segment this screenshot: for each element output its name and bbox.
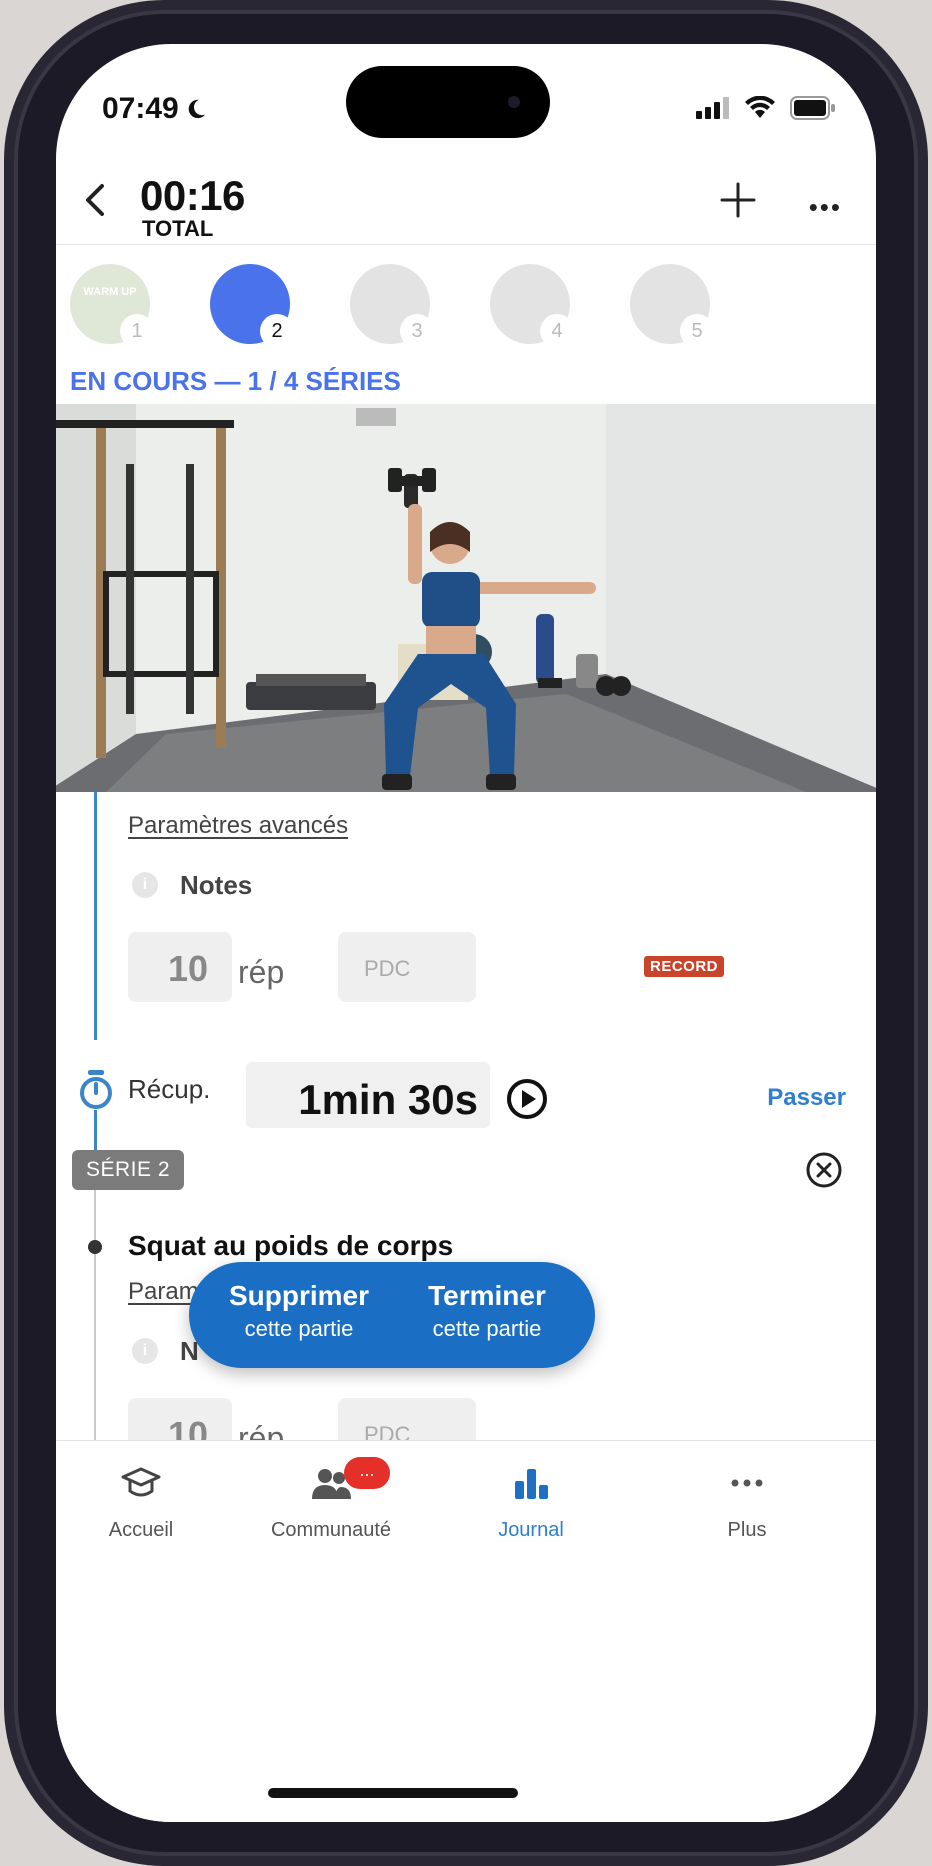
step-number: 2 [260,314,294,348]
reps-value: 10 [168,948,209,989]
exercise-video-illustration [56,404,876,792]
step-number: 1 [120,314,154,348]
progress-status: EN COURS — 1 / 4 SÉRIES [70,366,401,396]
action-pill: Supprimer cette partie Terminer cette pa… [189,1262,595,1368]
total-timer: 00:16 [140,172,245,219]
advanced-settings-link-set1[interactable]: Paramètres avancés [128,812,348,840]
weight-placeholder: PDC [364,956,411,981]
more-dots-icon [731,1479,763,1487]
info-icon[interactable]: i [132,1338,158,1364]
more-options-icon[interactable]: ••• [809,192,842,223]
tab-label: Plus [727,1519,767,1541]
step-number: 3 [400,314,434,348]
tab-journal[interactable]: Journal [446,1461,616,1542]
stopwatch-icon [80,1070,112,1109]
exercise-name[interactable]: Squat au poids de corps [128,1230,453,1262]
moon-icon [188,99,205,119]
timeline-bullet [88,1240,102,1254]
record-badge: RECORD [644,956,725,977]
timeline-line-gray [94,1190,96,1442]
step-3[interactable]: 3 [350,264,434,348]
bottom-tab-bar: Accueil ... Communauté Journal Plus [56,1440,876,1822]
app-screen: 07:49 00:16 TOTAL ••• WARM UP 1 2 3 4 5 … [56,44,876,1822]
delete-part-title: Supprimer [228,1280,370,1311]
tab-accueil[interactable]: Accueil [56,1461,226,1542]
wifi-icon [745,96,775,118]
dynamic-island [346,66,550,138]
exercise-steps: WARM UP 1 2 3 4 5 [56,264,876,354]
rest-duration-value: 1min 30s [298,1076,478,1123]
tab-label: Accueil [108,1519,174,1541]
battery-icon [790,96,835,120]
back-chevron-icon[interactable] [76,180,116,220]
notification-badge: ... [344,1457,390,1489]
play-icon[interactable] [506,1078,548,1120]
phone-power-button [918,460,926,630]
notes-label[interactable]: Notes [180,870,252,901]
skip-rest-button[interactable]: Passer [767,1084,846,1112]
workout-header: 00:16 TOTAL ••• [56,154,876,245]
timeline-line [94,792,97,1040]
phone-mute-switch [6,290,14,350]
delete-part-button[interactable]: Supprimer cette partie [199,1280,399,1342]
cellular-signal-icon [696,97,729,119]
tab-communaute[interactable]: ... Communauté [246,1457,416,1542]
finish-part-title: Terminer [428,1280,546,1311]
step-1-warmup[interactable]: WARM UP 1 [70,264,154,348]
step-5[interactable]: 5 [630,264,714,348]
status-time-text: 07:49 [102,92,179,125]
info-icon[interactable]: i [132,872,158,898]
exercise-video[interactable] [56,404,876,792]
reps-unit: rép [238,954,285,990]
series-badge: SÉRIE 2 [72,1150,185,1190]
step-label: WARM UP [83,286,137,298]
status-icons [696,96,836,120]
home-indicator[interactable] [268,1788,518,1798]
add-icon[interactable] [718,180,758,220]
finish-part-subtitle: cette partie [432,1316,542,1341]
timeline-line [94,1110,97,1150]
tab-plus[interactable]: Plus [662,1461,832,1542]
total-timer-label: TOTAL [142,216,214,241]
tab-label: Journal [498,1519,564,1541]
step-4[interactable]: 4 [490,264,574,348]
step-number: 5 [680,314,714,348]
finish-part-button[interactable]: Terminer cette partie [387,1280,587,1342]
step-number: 4 [540,314,574,348]
delete-part-subtitle: cette partie [244,1316,354,1341]
remove-series-icon[interactable] [804,1150,844,1190]
graduation-cap-icon [121,1467,161,1497]
phone-volume-down [6,528,14,638]
phone-volume-up [6,390,14,500]
status-time: 07:49 [102,92,207,126]
step-2-active[interactable]: 2 [210,264,294,348]
bar-chart-icon [515,1469,548,1499]
rest-label: Récup. [128,1074,211,1104]
tab-label: Communauté [270,1519,392,1541]
